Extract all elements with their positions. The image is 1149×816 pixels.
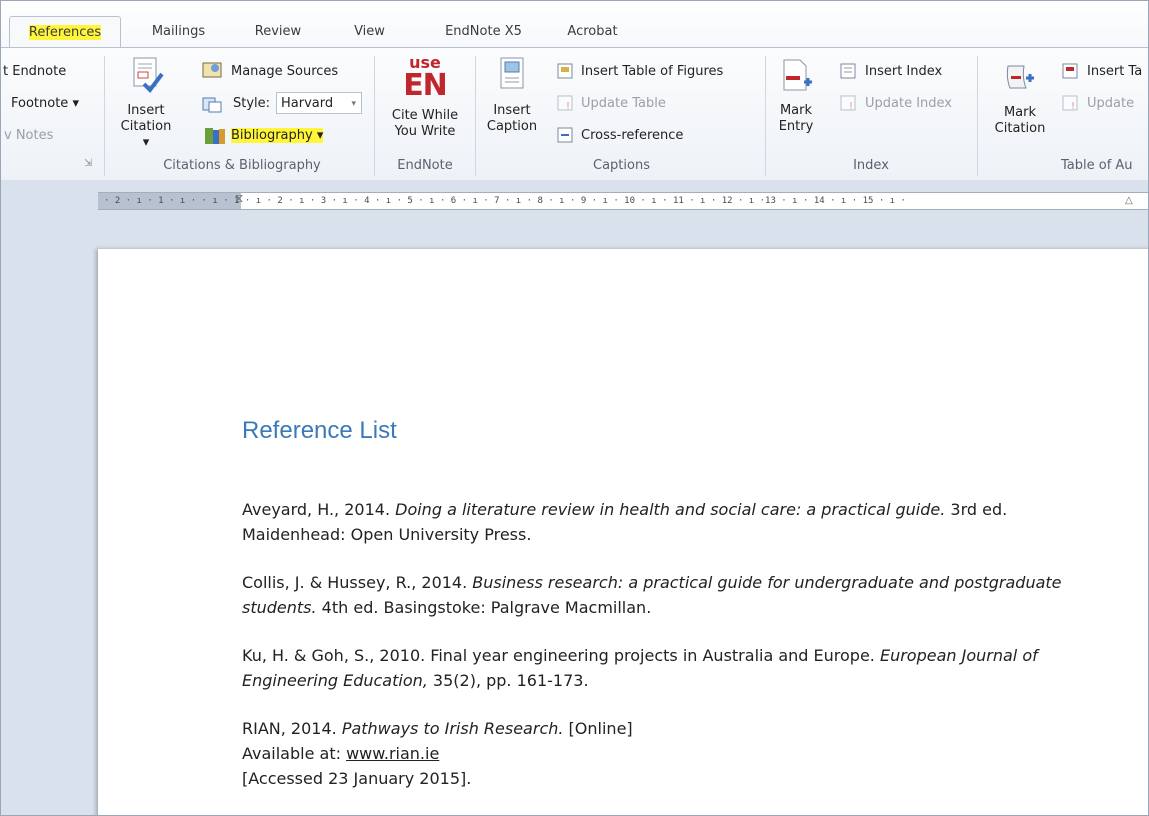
manage-sources-button[interactable]: Manage Sources — [231, 64, 338, 79]
mark-citation-button[interactable]: Mark Citation — [987, 58, 1053, 137]
next-footnote-button[interactable]: Footnote ▾ — [11, 96, 79, 111]
insert-table-of-authorities-button[interactable]: Insert Ta — [1087, 64, 1142, 79]
tab-endnote[interactable]: EndNote X5 — [436, 19, 531, 45]
group-label-citations: Citations & Bibliography — [163, 158, 321, 173]
ribbon-tab-row: References Mailings Review View EndNote … — [1, 1, 1148, 48]
cross-reference-button[interactable]: Cross-reference — [581, 128, 683, 143]
group-separator — [374, 56, 375, 176]
insert-table-of-figures-button[interactable]: Insert Table of Figures — [581, 64, 723, 79]
update-table-of-authorities-icon: ! — [1061, 94, 1081, 116]
ruler-bar — [1, 180, 1148, 240]
update-table-button[interactable]: Update Table — [581, 96, 666, 111]
bibliography-icon — [203, 126, 227, 150]
bibliography-button[interactable]: Bibliography ▾ — [231, 128, 324, 143]
insert-caption-button[interactable]: Insert Caption — [479, 54, 545, 135]
word-window: References Mailings Review View EndNote … — [0, 0, 1149, 816]
show-notes-button[interactable]: v Notes — [4, 128, 53, 143]
indent-marker-icon[interactable]: ⧖ — [235, 191, 243, 206]
chevron-down-icon: ▾ — [351, 99, 356, 109]
reference-link[interactable]: www.rian.ie — [346, 744, 439, 763]
horizontal-ruler[interactable]: · 2 · ı · 1 · ı · · ı · 1 · ı · 2 · ı · … — [98, 191, 1148, 210]
mark-citation-icon — [1006, 65, 1034, 89]
tab-references[interactable]: References — [9, 16, 121, 48]
group-separator — [765, 56, 766, 176]
update-index-button[interactable]: Update Index — [865, 96, 952, 111]
reference-entry: Collis, J. & Hussey, R., 2014. Business … — [242, 573, 1062, 617]
reference-entry: RIAN, 2014. Pathways to Irish Research. … — [242, 719, 633, 788]
style-icon — [201, 94, 225, 118]
endnote-logo-icon: use EN — [403, 53, 448, 103]
insert-citation-button[interactable]: Insert Citation ▾ — [117, 54, 175, 151]
insert-index-icon — [839, 62, 859, 84]
table-of-figures-icon — [556, 62, 576, 84]
update-table-icon: ! — [556, 94, 576, 116]
insert-table-of-authorities-icon — [1061, 62, 1081, 84]
reference-entry: Ku, H. & Goh, S., 2010. Final year engin… — [242, 646, 1038, 690]
cross-reference-icon — [556, 126, 576, 148]
insert-citation-icon — [133, 57, 164, 94]
update-index-icon: ! — [839, 94, 859, 116]
group-separator — [475, 56, 476, 176]
group-label-captions: Captions — [593, 158, 650, 173]
svg-text:!: ! — [1071, 101, 1075, 112]
insert-caption-icon — [500, 57, 524, 89]
group-separator — [977, 56, 978, 176]
ruler-ticks: · 2 · ı · 1 · ı · · ı · 1 · ı · 2 · ı · … — [104, 196, 906, 206]
group-label-index: Index — [853, 158, 889, 173]
tab-review[interactable]: Review — [248, 19, 308, 45]
reference-entry: Aveyard, H., 2014. Doing a literature re… — [242, 500, 1008, 544]
ribbon: t Endnote Footnote ▾ v Notes ⇲ Insert Ci… — [1, 47, 1148, 181]
update-table-of-authorities-button[interactable]: Update — [1087, 96, 1134, 111]
group-label-endnote: EndNote — [397, 158, 453, 173]
tab-view[interactable]: View — [347, 19, 392, 45]
style-label: Style: — [233, 96, 271, 111]
style-dropdown[interactable]: Harvard ▾ — [276, 92, 362, 114]
insert-endnote-button[interactable]: t Endnote — [3, 64, 66, 79]
group-label-toa: Table of Au — [1061, 158, 1133, 173]
tab-acrobat[interactable]: Acrobat — [555, 19, 630, 45]
svg-text:!: ! — [566, 101, 570, 112]
mark-entry-icon — [783, 59, 812, 91]
tab-mailings[interactable]: Mailings — [141, 19, 216, 45]
cite-while-you-write-button[interactable]: use EN Cite While You Write — [379, 54, 471, 140]
insert-index-button[interactable]: Insert Index — [865, 64, 942, 79]
mark-entry-button[interactable]: Mark Entry — [771, 54, 821, 135]
manage-sources-icon — [201, 60, 225, 84]
right-indent-marker-icon[interactable]: △ — [1125, 195, 1133, 206]
heading-reference-list: Reference List — [242, 417, 397, 444]
dialog-launcher-icon[interactable]: ⇲ — [84, 158, 92, 169]
group-separator — [104, 56, 105, 176]
svg-text:!: ! — [849, 101, 853, 112]
